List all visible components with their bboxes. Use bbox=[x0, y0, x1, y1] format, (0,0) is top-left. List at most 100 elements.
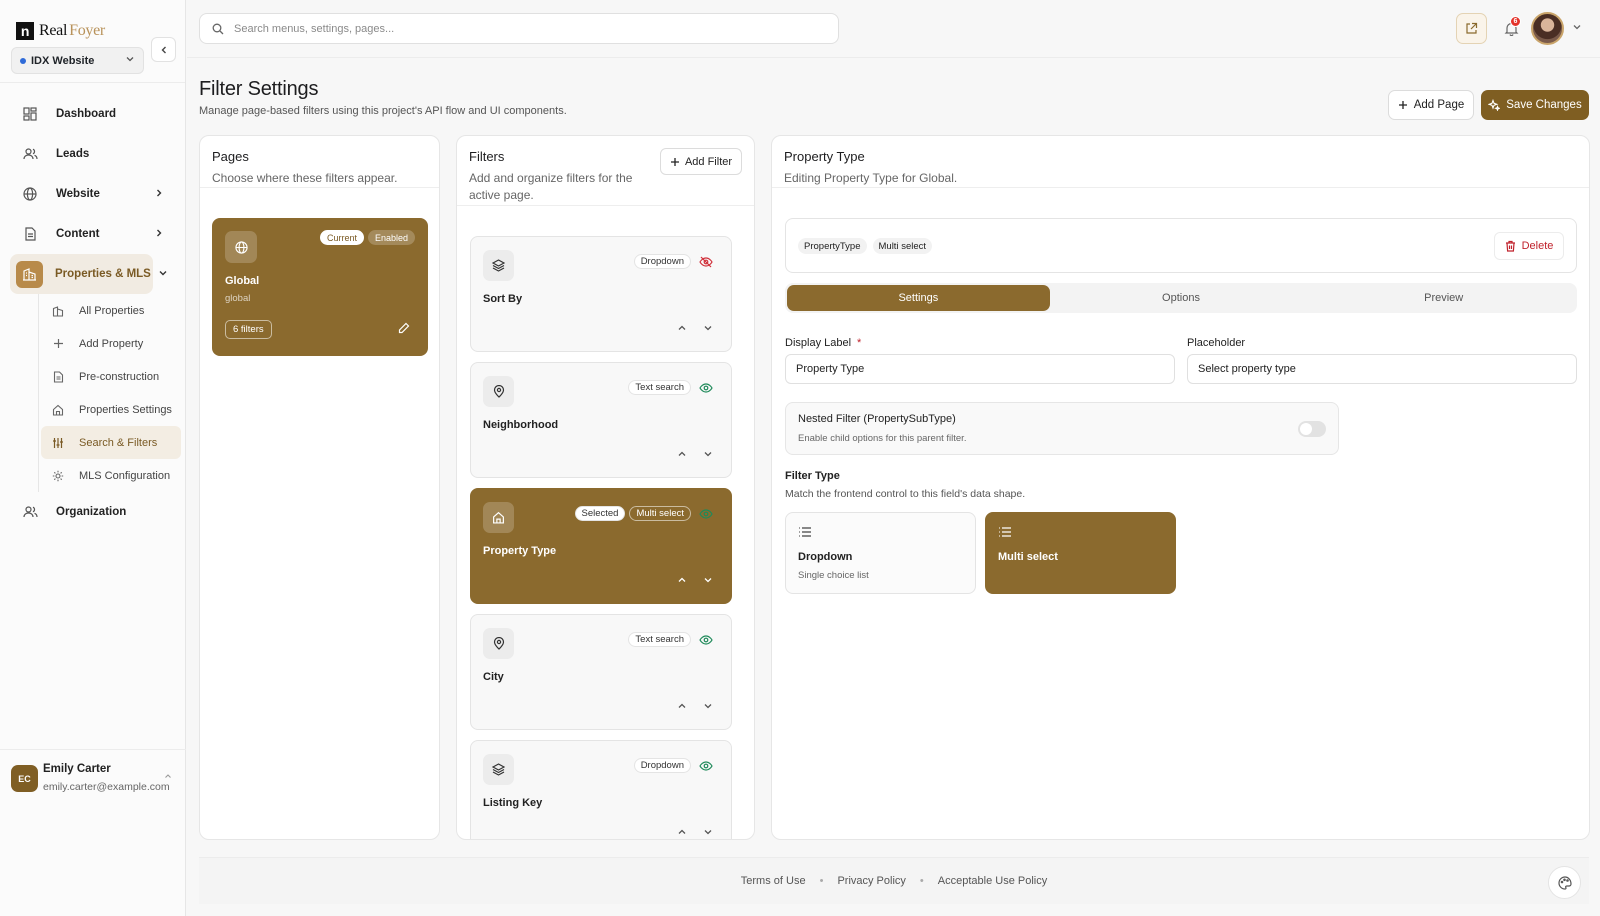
required-mark: * bbox=[857, 337, 862, 349]
footer: Terms of Use • Privacy Policy • Acceptab… bbox=[199, 858, 1589, 904]
sidebar-divider bbox=[0, 82, 185, 83]
map-pin-icon bbox=[483, 376, 514, 407]
sidebar-item-label: Content bbox=[56, 228, 100, 240]
filter-name: City bbox=[483, 671, 504, 683]
pencil-icon[interactable] bbox=[398, 322, 410, 337]
filter-type-multi-select-option[interactable]: Multi select bbox=[985, 512, 1176, 594]
sparkles-icon bbox=[1488, 99, 1501, 111]
display-label-text: Display Label bbox=[785, 337, 852, 349]
nested-filter-title: Nested Filter (PropertySubType) bbox=[798, 413, 956, 425]
list-icon bbox=[798, 526, 814, 542]
add-page-label: Add Page bbox=[1413, 99, 1465, 111]
eye-off-icon[interactable] bbox=[699, 255, 713, 269]
filter-type-title: Filter Type bbox=[785, 470, 840, 482]
users-icon bbox=[22, 504, 38, 520]
filter-type-desc: Match the frontend control to this field… bbox=[785, 488, 1026, 500]
layers-icon bbox=[483, 754, 514, 785]
page-subtitle: Manage page-based filters using this pro… bbox=[199, 105, 567, 117]
logo-text-real: Real bbox=[39, 22, 68, 39]
terms-link[interactable]: Terms of Use bbox=[741, 875, 806, 887]
chevron-up-icon[interactable] bbox=[164, 772, 172, 782]
nested-filter-toggle[interactable] bbox=[1298, 421, 1326, 437]
external-link-icon bbox=[1466, 22, 1478, 34]
filter-card-city[interactable]: Text search City bbox=[470, 614, 732, 730]
eye-icon[interactable] bbox=[699, 759, 713, 773]
chevron-down-icon[interactable] bbox=[703, 323, 713, 336]
editor-title: Property Type bbox=[784, 149, 865, 164]
palette-icon[interactable] bbox=[1548, 866, 1581, 899]
editor-desc: Editing Property Type for Global. bbox=[784, 171, 958, 185]
placeholder-input[interactable]: Select property type bbox=[1187, 354, 1577, 384]
chevron-up-icon[interactable] bbox=[677, 449, 687, 462]
chevron-up-icon[interactable] bbox=[677, 575, 687, 588]
chevron-down-icon[interactable] bbox=[703, 701, 713, 714]
dashboard-icon bbox=[22, 106, 38, 122]
chevron-down-icon[interactable] bbox=[703, 449, 713, 462]
filter-card-property-type[interactable]: Selected Multi select Property Type bbox=[470, 488, 732, 604]
page-slug: global bbox=[225, 293, 251, 304]
building-icon bbox=[16, 260, 43, 288]
document-icon bbox=[22, 226, 38, 242]
sidebar-item-organization[interactable]: Organization bbox=[10, 492, 176, 532]
chevron-right-icon bbox=[154, 188, 164, 201]
reorder-controls bbox=[677, 827, 713, 839]
chevron-up-icon[interactable] bbox=[677, 827, 687, 839]
logo-text-foyer: Foyer bbox=[69, 22, 105, 39]
user-divider bbox=[0, 749, 186, 750]
filter-type-badge: Dropdown bbox=[633, 758, 691, 773]
filter-card-sort-by[interactable]: Dropdown Sort By bbox=[470, 236, 732, 352]
sidebar-item-properties-mls[interactable]: Properties & MLS bbox=[10, 254, 167, 294]
display-label-input[interactable]: Property Type bbox=[785, 354, 1175, 384]
sidebar-item-website[interactable]: Website bbox=[10, 174, 176, 214]
user-profile[interactable]: EC Emily Carter emily.carter@example.com bbox=[11, 763, 170, 793]
home-icon bbox=[483, 502, 514, 533]
placeholder-label: Placeholder bbox=[1187, 337, 1246, 349]
nested-filter-desc: Enable child options for this parent fil… bbox=[798, 433, 967, 444]
chevron-down-icon[interactable] bbox=[1572, 22, 1582, 35]
sidebar-item-properties-settings[interactable]: Properties Settings bbox=[41, 393, 176, 426]
filter-badges: Dropdown bbox=[633, 254, 691, 269]
filter-card-listing-key[interactable]: Dropdown Listing Key bbox=[470, 740, 732, 839]
sidebar-item-add-property[interactable]: Add Property bbox=[41, 327, 176, 360]
acceptable-use-link[interactable]: Acceptable Use Policy bbox=[938, 875, 1047, 887]
filter-type-dropdown-option[interactable]: Dropdown Single choice list bbox=[785, 512, 976, 594]
chevron-down-icon[interactable] bbox=[703, 575, 713, 588]
eye-icon[interactable] bbox=[699, 633, 713, 647]
site-selector[interactable]: IDX Website bbox=[11, 47, 144, 74]
brand-logo[interactable]: n Real Foyer bbox=[16, 22, 105, 40]
add-filter-button[interactable]: Add Filter bbox=[660, 148, 742, 175]
collapse-sidebar-button[interactable] bbox=[151, 37, 176, 62]
filter-card-neighborhood[interactable]: Text search Neighborhood bbox=[470, 362, 732, 478]
sidebar-item-leads[interactable]: Leads bbox=[10, 134, 176, 174]
delete-filter-button[interactable]: Delete bbox=[1494, 232, 1564, 260]
privacy-link[interactable]: Privacy Policy bbox=[837, 875, 905, 887]
tab-settings[interactable]: Settings bbox=[787, 285, 1050, 311]
add-page-button[interactable]: Add Page bbox=[1388, 90, 1474, 120]
sidebar-item-search-filters[interactable]: Search & Filters bbox=[41, 426, 181, 459]
chevron-up-icon[interactable] bbox=[677, 323, 687, 336]
tab-options[interactable]: Options bbox=[1050, 285, 1313, 311]
page-title: Filter Settings bbox=[199, 78, 319, 100]
tab-preview[interactable]: Preview bbox=[1312, 285, 1575, 311]
page-card-global[interactable]: Current Enabled Global global 6 filters bbox=[212, 218, 428, 356]
chevron-up-icon[interactable] bbox=[677, 701, 687, 714]
reorder-controls bbox=[677, 701, 713, 714]
search-icon bbox=[212, 23, 224, 35]
sidebar-item-preconstruction[interactable]: Pre-construction bbox=[41, 360, 176, 393]
sidebar-item-mls-configuration[interactable]: MLS Configuration bbox=[41, 459, 176, 492]
eye-icon[interactable] bbox=[699, 507, 713, 521]
sidebar-item-content[interactable]: Content bbox=[10, 214, 176, 254]
enabled-badge: Enabled bbox=[367, 230, 415, 245]
sidebar-item-all-properties[interactable]: All Properties bbox=[41, 294, 176, 327]
eye-icon[interactable] bbox=[699, 381, 713, 395]
sidebar-item-dashboard[interactable]: Dashboard bbox=[10, 94, 176, 134]
avatar[interactable] bbox=[1531, 12, 1564, 45]
site-selector-value: IDX Website bbox=[31, 54, 95, 67]
global-search[interactable]: Search menus, settings, pages... bbox=[199, 13, 839, 44]
chevron-down-icon[interactable] bbox=[703, 827, 713, 839]
users-icon bbox=[22, 146, 38, 162]
filter-type-badge: Text search bbox=[628, 632, 691, 647]
save-changes-button[interactable]: Save Changes bbox=[1481, 90, 1589, 120]
open-site-button[interactable] bbox=[1456, 13, 1487, 44]
pages-panel-header: Pages Choose where these filters appear. bbox=[200, 136, 439, 188]
